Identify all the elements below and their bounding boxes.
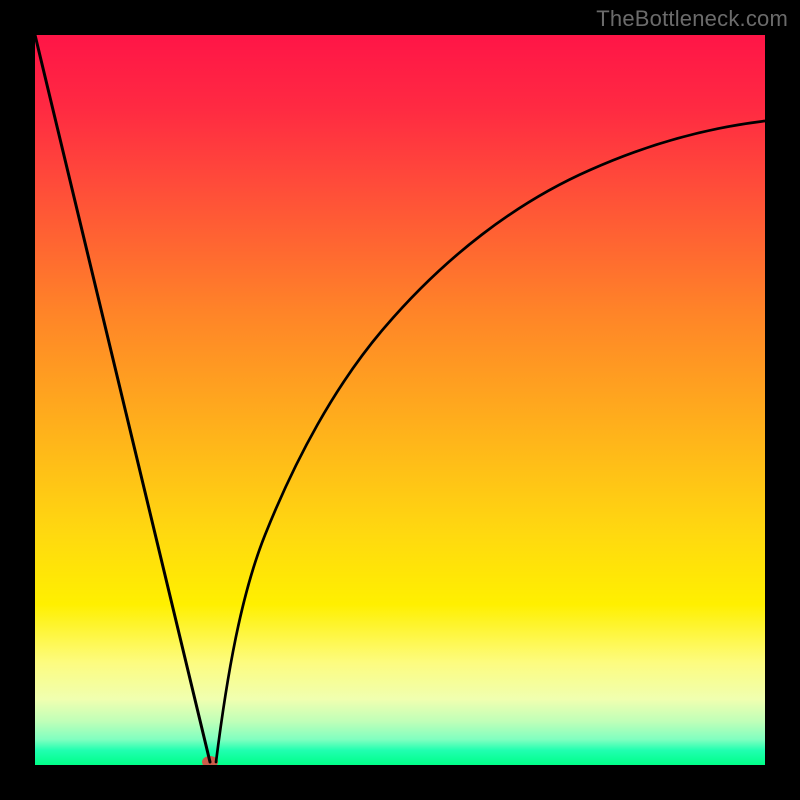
watermark-text: TheBottleneck.com: [596, 6, 788, 32]
curve-layer: [35, 35, 765, 765]
plot-area: [35, 35, 765, 765]
curve-left-segment: [35, 35, 210, 762]
curve-right-segment: [216, 121, 765, 762]
chart-container: TheBottleneck.com: [0, 0, 800, 800]
